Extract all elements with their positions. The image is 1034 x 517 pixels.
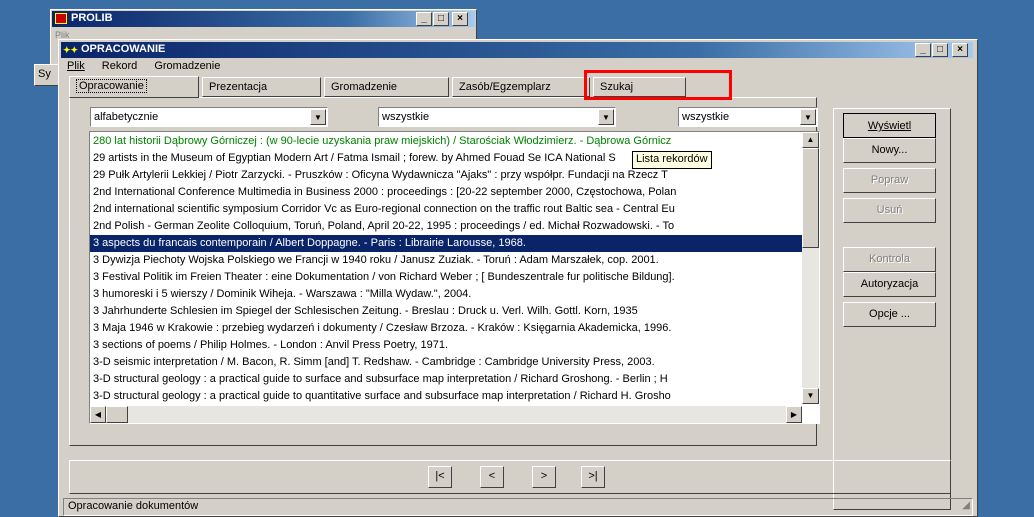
type-select-value: wszystkie [382, 111, 430, 123]
scroll-thumb[interactable] [802, 148, 819, 248]
tab-prezentacja[interactable]: Prezentacja [202, 77, 321, 97]
maximize-button[interactable]: □ [932, 43, 948, 57]
status-text: Opracowanie dokumentów [68, 500, 199, 512]
outer-toolbar-button[interactable]: Sy [34, 64, 60, 86]
tab-prezentacja-label: Prezentacja [209, 81, 268, 93]
tab-opracowanie-label: Opracowanie [76, 79, 147, 93]
horizontal-scrollbar[interactable]: ◀ ▶ [90, 406, 802, 423]
menu-gromadzenie[interactable]: Gromadzenie [154, 60, 220, 72]
tab-gromadzenie-label: Gromadzenie [331, 81, 398, 93]
delete-button[interactable]: Usuń [843, 198, 936, 223]
main-window: ✦✦ OPRACOWANIE _ □ × Plik Rekord Gromadz… [58, 39, 978, 517]
chevron-down-icon[interactable]: ▼ [310, 109, 326, 125]
outer-maximize-button[interactable]: □ [433, 12, 449, 26]
type-select[interactable]: wszystkie ▼ [378, 107, 616, 127]
list-item[interactable]: 2nd International Conference Multimedia … [90, 184, 802, 201]
window-title: OPRACOWANIE [81, 43, 166, 55]
status-bar: Opracowanie dokumentów ◢ [63, 498, 973, 516]
delete-button-label: Usuń [876, 204, 903, 216]
minimize-button[interactable]: _ [915, 43, 931, 57]
control-button[interactable]: Kontrola [843, 247, 936, 272]
list-item[interactable]: 3-D seismic interpretation / M. Bacon, R… [90, 354, 802, 371]
control-button-label: Kontrola [869, 253, 910, 265]
highlight-box [584, 70, 732, 100]
scroll-left-button[interactable]: ◀ [90, 406, 106, 423]
authorize-button-label: Autoryzacja [860, 278, 919, 290]
tab-gromadzenie[interactable]: Gromadzenie [324, 77, 449, 97]
prev-record-button[interactable]: < [480, 466, 504, 488]
list-item[interactable]: 3 sections of poems / Philip Holmes. - L… [90, 337, 802, 354]
list-item[interactable]: 29 Pułk Artylerii Lekkiej / Piotr Zarzyc… [90, 167, 802, 184]
scroll-h-thumb[interactable] [106, 406, 128, 423]
outer-titlebar: PROLIB _ □ × [52, 11, 475, 27]
list-item[interactable]: 3-D structural geology : a practical gui… [90, 371, 802, 388]
tab-zasob-egzemplarz[interactable]: Zasób/Egzemplarz [452, 77, 590, 97]
menu-plik[interactable]: Plik [67, 60, 85, 72]
sort-select[interactable]: alfabetycznie ▼ [90, 107, 328, 127]
list-item[interactable]: 3 humoreski i 5 wierszy / Dominik Wiheja… [90, 286, 802, 303]
tooltip-text: Lista rekordów [636, 153, 708, 165]
list-item[interactable]: 2nd Polish - German Zeolite Colloquium, … [90, 218, 802, 235]
vertical-scrollbar[interactable]: ▲ ▼ [802, 132, 819, 404]
menu-bar: Plik Rekord Gromadzenie [67, 60, 234, 76]
first-record-button[interactable]: |< [428, 466, 452, 488]
records-rows: 280 lat historii Dąbrowy Górniczej : (w … [90, 133, 802, 423]
next-record-button[interactable]: > [532, 466, 556, 488]
menu-rekord[interactable]: Rekord [102, 60, 137, 72]
outer-close-button[interactable]: × [452, 12, 468, 26]
chevron-down-icon[interactable]: ▼ [598, 109, 614, 125]
list-item[interactable]: 3 aspects du francais contemporain / Alb… [90, 235, 802, 252]
chevron-down-icon[interactable]: ▼ [800, 109, 816, 125]
new-button-label: Nowy... [871, 144, 908, 156]
tab-strip: Opracowanie Prezentacja Gromadzenie Zasó… [69, 76, 967, 98]
close-button[interactable]: × [952, 43, 968, 57]
tab-zasob-label: Zasób/Egzemplarz [459, 81, 551, 93]
list-item[interactable]: 2nd international scientific symposium C… [90, 201, 802, 218]
app-icon [55, 13, 67, 24]
options-button[interactable]: Opcje ... [843, 302, 936, 327]
show-button[interactable]: Wyświetl [843, 113, 936, 138]
outer-toolbar-label: Sy [38, 68, 51, 80]
authorize-button[interactable]: Autoryzacja [843, 272, 936, 297]
list-item[interactable]: 3 Maja 1946 w Krakowie : przebieg wydarz… [90, 320, 802, 337]
scroll-right-button[interactable]: ▶ [786, 406, 802, 423]
new-button[interactable]: Nowy... [843, 138, 936, 163]
list-item[interactable]: 3 Dywizja Piechoty Wojska Polskiego we F… [90, 252, 802, 269]
show-button-label: Wyświetl [867, 120, 912, 132]
edit-button[interactable]: Popraw [843, 168, 936, 193]
list-item[interactable]: 3 Jahrhunderte Schlesien im Spiegel der … [90, 303, 802, 320]
outer-minimize-button[interactable]: _ [416, 12, 432, 26]
status-select[interactable]: wszystkie ▼ [678, 107, 818, 127]
window-icon: ✦✦ [63, 45, 79, 55]
tab-opracowanie[interactable]: Opracowanie [69, 76, 199, 98]
list-item[interactable]: 3-D structural geology : a practical gui… [90, 388, 802, 405]
options-button-label: Opcje ... [869, 308, 910, 320]
tooltip: Lista rekordów [632, 151, 712, 169]
outer-title: PROLIB [71, 12, 113, 24]
list-item[interactable]: 280 lat historii Dąbrowy Górniczej : (w … [90, 133, 802, 150]
scroll-down-button[interactable]: ▼ [802, 388, 819, 404]
resize-grip-icon[interactable]: ◢ [962, 500, 970, 511]
status-select-value: wszystkie [682, 111, 730, 123]
edit-button-label: Popraw [870, 174, 909, 186]
scroll-up-button[interactable]: ▲ [802, 132, 819, 148]
navigation-bar: |< < > >| [69, 460, 951, 494]
sort-select-value: alfabetycznie [94, 111, 159, 123]
main-titlebar: ✦✦ OPRACOWANIE _ □ × [61, 42, 973, 58]
last-record-button[interactable]: >| [581, 466, 605, 488]
records-list[interactable]: 280 lat historii Dąbrowy Górniczej : (w … [89, 131, 820, 424]
list-item[interactable]: 3 Festival Politik im Freien Theater : e… [90, 269, 802, 286]
